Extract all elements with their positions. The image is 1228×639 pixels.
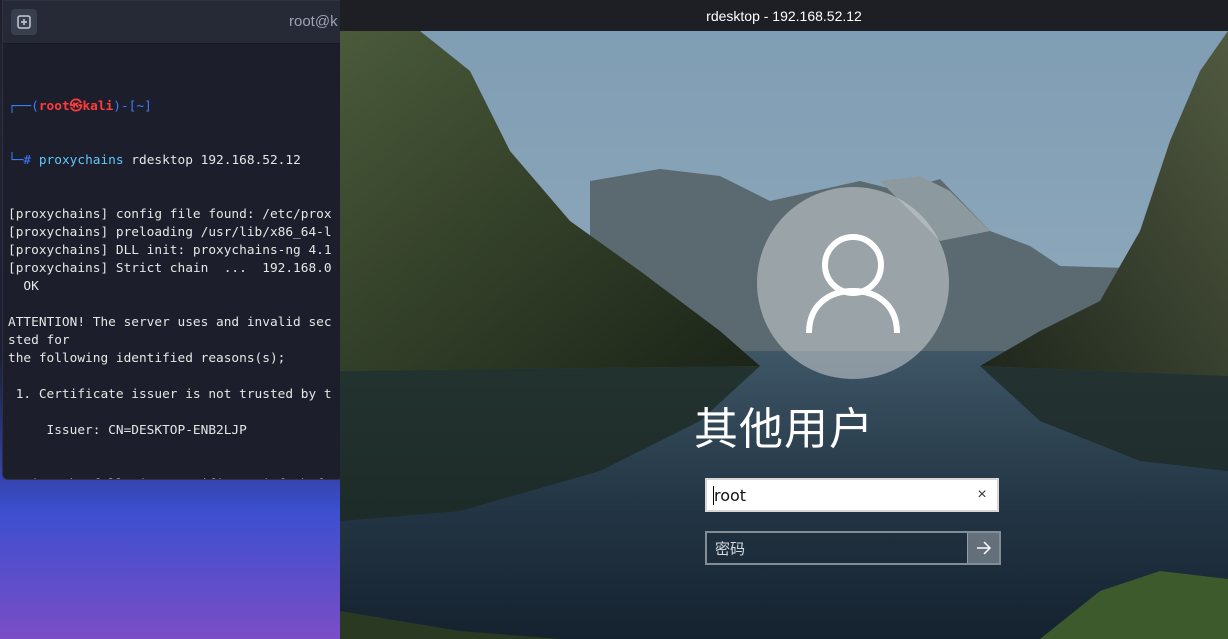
username-field[interactable]: root × bbox=[705, 478, 999, 512]
terminal-line: Issuer: CN=DESKTOP-ENB2LJP bbox=[8, 423, 247, 438]
terminal-titlebar[interactable]: root@k bbox=[3, 1, 343, 44]
terminal-title: root@k bbox=[289, 13, 338, 30]
clear-icon[interactable]: × bbox=[967, 480, 997, 510]
password-field[interactable]: 密码 bbox=[705, 531, 1001, 565]
command-line: └─# proxychains rdesktop 192.168.52.12 bbox=[8, 153, 301, 168]
user-name-heading: 其他用户 bbox=[694, 404, 874, 455]
terminal-line: ATTENTION! The server uses and invalid s… bbox=[8, 315, 332, 330]
submit-arrow-icon[interactable] bbox=[967, 533, 999, 563]
terminal-line: the following identified reasons(s); bbox=[8, 351, 286, 366]
terminal-output-lines: [proxychains] config file found: /etc/pr… bbox=[8, 206, 343, 479]
terminal-line: Review the following certificate info be… bbox=[8, 476, 343, 479]
terminal-window[interactable]: root@k ┌──(root㉿kali)-[~] └─# proxychain… bbox=[2, 0, 344, 480]
windows-lock-screen[interactable]: 其他用户 root × 密码 bbox=[340, 31, 1228, 639]
terminal-line: OK bbox=[8, 279, 39, 294]
terminal-line: [proxychains] config file found: /etc/pr… bbox=[8, 207, 332, 222]
new-tab-icon[interactable] bbox=[11, 9, 37, 35]
username-value[interactable]: root bbox=[713, 485, 967, 505]
rdesktop-window[interactable]: rdesktop - 192.168.52.12 其他用户 root × 密码 bbox=[340, 0, 1228, 639]
terminal-output[interactable]: ┌──(root㉿kali)-[~] └─# proxychains rdesk… bbox=[3, 44, 343, 479]
terminal-line: sted for bbox=[8, 333, 70, 348]
password-placeholder[interactable]: 密码 bbox=[707, 538, 967, 559]
prompt-line: ┌──(root㉿kali)-[~] bbox=[8, 99, 152, 114]
terminal-line: [proxychains] Strict chain ... 192.168.0 bbox=[8, 261, 332, 276]
terminal-line: 1. Certificate issuer is not trusted by … bbox=[8, 387, 332, 402]
user-avatar-icon bbox=[757, 187, 949, 379]
rdesktop-title: rdesktop - 192.168.52.12 bbox=[706, 7, 862, 24]
rdesktop-titlebar[interactable]: rdesktop - 192.168.52.12 bbox=[340, 0, 1228, 31]
terminal-line: [proxychains] preloading /usr/lib/x86_64… bbox=[8, 225, 332, 240]
terminal-line: [proxychains] DLL init: proxychains-ng 4… bbox=[8, 243, 332, 258]
